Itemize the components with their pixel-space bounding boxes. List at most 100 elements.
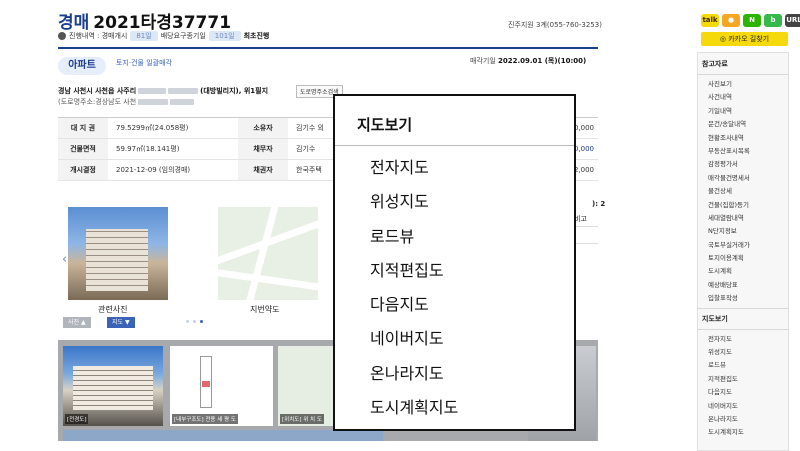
list-item[interactable]: 로드뷰 xyxy=(708,359,788,372)
status-days-badge: 81일 xyxy=(130,31,158,41)
redacted-text xyxy=(168,88,199,94)
property-type-badge: 아파트 xyxy=(58,57,106,75)
divider xyxy=(574,226,598,227)
map-option-onnara[interactable]: 온나라지도 xyxy=(335,357,574,391)
list-item[interactable]: 부동산표시목록 xyxy=(708,145,788,158)
row-value: 한국주택 xyxy=(296,166,322,174)
kakao-directions-button[interactable]: ◎ 카카오 길찾기 xyxy=(701,32,788,46)
row-value: 2021-12-09 (임의경매) xyxy=(116,166,191,174)
row-header: 개시결정 xyxy=(58,160,108,180)
sale-type-link[interactable]: 토지·건물 일괄매각 xyxy=(116,58,172,68)
row-value: 김기수 외 xyxy=(296,124,324,132)
list-item[interactable]: 전자지도 xyxy=(708,333,788,346)
row-header: 소유자 xyxy=(238,118,288,138)
photo-caption: 관련사진 xyxy=(98,305,128,314)
status-row: 진행내역 : 경매개시 81일 배당요구종기일 101일 최초진행 xyxy=(58,31,269,41)
popup-title: 지도보기 xyxy=(357,116,413,134)
row-value: 0,000 xyxy=(573,124,594,132)
map-option-roadview[interactable]: 로드뷰 xyxy=(335,220,574,254)
row-value: 김기수 xyxy=(296,145,316,153)
kakaostory-share-icon[interactable]: ● xyxy=(722,14,740,27)
list-item[interactable]: 온나라지도 xyxy=(708,413,788,426)
row-value: 2,000 xyxy=(573,166,594,174)
row-header: 대 지 권 xyxy=(58,118,108,138)
divider xyxy=(574,243,598,244)
list-item[interactable]: 기일내역 xyxy=(708,105,788,118)
row-header: 건물면적 xyxy=(58,139,108,159)
main-content: 경매 2021타경37771 진주지원 3계(055-760-3253) 진행내역… xyxy=(0,0,640,451)
list-item[interactable]: 국토부실거래가 xyxy=(708,239,788,252)
status-prefix: 진행내역 : 경매개시 xyxy=(69,32,128,40)
naver-share-icon[interactable]: N xyxy=(743,14,761,27)
related-photo[interactable] xyxy=(68,207,168,300)
page-title: 경매 2021타경37771 xyxy=(58,8,231,33)
row-header: 채무자 xyxy=(238,139,288,159)
list-item[interactable]: 네이버지도 xyxy=(708,400,788,413)
map-option-satellite[interactable]: 위성지도 xyxy=(335,185,574,219)
carousel-dots[interactable] xyxy=(186,320,203,323)
map-option-cadastral[interactable]: 지적편집도 xyxy=(335,254,574,288)
side-value: ): 2 xyxy=(592,200,606,208)
row-value: 59.97㎡(18.141평) xyxy=(116,145,180,153)
list-item[interactable]: 감정평가서 xyxy=(708,158,788,171)
redacted-text xyxy=(170,99,195,105)
kakaotalk-share-icon[interactable]: talk xyxy=(701,14,719,27)
divider xyxy=(335,145,574,146)
gallery-floorplan[interactable]: [내부구조도] 전용 세 평 도 xyxy=(170,346,273,426)
redacted-text xyxy=(138,99,169,105)
map-link-list: 전자지도 위성지도 로드뷰 지적편집도 다음지도 네이버지도 온나라지도 도시계… xyxy=(698,330,788,440)
right-sidebar: talk ● N b URL ◎ 카카오 길찾기 참고자료 사진보기 사건내역 … xyxy=(697,0,800,451)
row-value: 79.5299㎡(24.058평) xyxy=(116,124,189,132)
sale-date: 매각기일 2022.09.01 (목)(10:00) xyxy=(470,57,587,65)
list-item[interactable]: 지적편집도 xyxy=(708,373,788,386)
lot-map-thumbnail[interactable] xyxy=(218,207,318,300)
map-option-naver[interactable]: 네이버지도 xyxy=(335,322,574,356)
url-copy-icon[interactable]: URL xyxy=(785,14,800,27)
list-item[interactable]: 사건내역 xyxy=(708,91,788,104)
list-item[interactable]: N단지정보 xyxy=(708,225,788,238)
gallery-photo[interactable]: [전경도] xyxy=(63,346,163,426)
row-header: 채권자 xyxy=(238,160,288,180)
list-item[interactable]: 건물(집합)등기 xyxy=(708,199,788,212)
status-end: 최초진행 xyxy=(243,32,270,40)
road-address: (도로명주소:경상남도 사천 xyxy=(58,97,195,107)
list-item[interactable]: 도시계획지도 xyxy=(708,426,788,439)
list-item[interactable]: 문건/송달내역 xyxy=(708,118,788,131)
list-item[interactable]: 현황조사내역 xyxy=(708,132,788,145)
row-value: 0,000 xyxy=(573,145,594,153)
court-info: 진주지원 3계(055-760-3253) xyxy=(508,21,602,29)
map-toggle-button[interactable]: 지도 ▼ xyxy=(107,317,135,328)
address: 경남 사천시 사천읍 사주리 (대방빌리지), 위1필지 xyxy=(58,87,269,95)
case-number: 2021타경37771 xyxy=(93,13,232,33)
panel-title: 지도보기 xyxy=(698,307,788,330)
photo-toggle-button[interactable]: 사진 ▲ xyxy=(63,317,91,328)
list-item[interactable]: 매각물건명세서 xyxy=(708,172,788,185)
map-view-popup: 지도보기 전자지도 위성지도 로드뷰 지적편집도 다음지도 네이버지도 온나라지… xyxy=(333,94,576,431)
status-days-badge-2: 101일 xyxy=(208,31,241,41)
list-item[interactable]: 입찰표작성 xyxy=(708,292,788,305)
panel-title: 참고자료 xyxy=(698,53,788,75)
reference-list: 사진보기 사건내역 기일내역 문건/송달내역 현황조사내역 부동산표시목록 감정… xyxy=(698,75,788,306)
chevron-left-icon[interactable]: ‹ xyxy=(62,252,67,267)
map-option-urban-planning[interactable]: 도시계획지도 xyxy=(335,391,574,425)
progress-icon xyxy=(58,32,66,40)
list-item[interactable]: 사진보기 xyxy=(708,78,788,91)
map-option-electronic[interactable]: 전자지도 xyxy=(335,151,574,185)
list-item[interactable]: 다음지도 xyxy=(708,386,788,399)
list-item[interactable]: 도시계획 xyxy=(708,265,788,278)
share-buttons: talk ● N b URL xyxy=(701,14,800,27)
header-divider xyxy=(58,47,598,49)
auction-kind: 경매 xyxy=(58,13,90,33)
list-item[interactable]: 위성지도 xyxy=(708,346,788,359)
list-item[interactable]: 물건상세 xyxy=(708,185,788,198)
map-caption: 지번약도 xyxy=(250,305,280,314)
status-middle: 배당요구종기일 xyxy=(160,32,206,40)
gallery-row xyxy=(63,430,383,441)
list-item[interactable]: 세대열람내역 xyxy=(708,212,788,225)
list-item[interactable]: 토지이용계획 xyxy=(708,252,788,265)
redacted-text xyxy=(138,88,167,94)
list-item[interactable]: 예상배당표 xyxy=(708,279,788,292)
reference-panel: 참고자료 사진보기 사건내역 기일내역 문건/송달내역 현황조사내역 부동산표시… xyxy=(697,52,789,451)
band-share-icon[interactable]: b xyxy=(764,14,782,27)
map-option-daum[interactable]: 다음지도 xyxy=(335,288,574,322)
